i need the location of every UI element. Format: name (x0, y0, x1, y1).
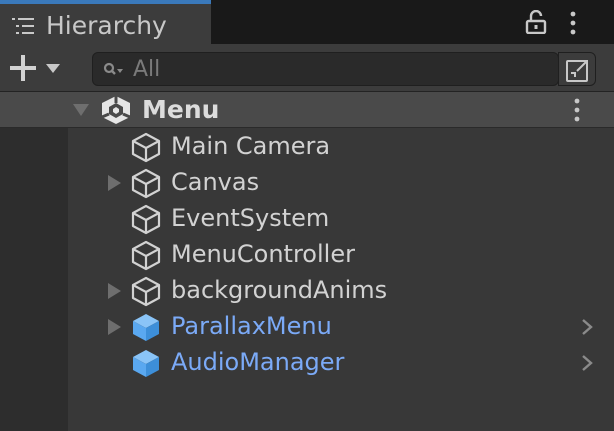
tree-item-audiomanager[interactable]: AudioManager (68, 344, 614, 380)
tree-item-backgroundanims[interactable]: backgroundAnims (68, 272, 614, 308)
gameobject-cube-icon (131, 276, 161, 307)
tree-item-label: AudioManager (171, 348, 345, 376)
hierarchy-toolbar (0, 44, 614, 92)
prefab-cube-icon (133, 314, 159, 341)
tab-hierarchy[interactable]: Hierarchy (0, 0, 211, 44)
tree-item-menucontroller[interactable]: MenuController (68, 236, 614, 272)
scene-row-menu[interactable]: Menu (0, 92, 614, 128)
hierarchy-tree: Menu Main Camera Canvas EventSystem Menu… (0, 92, 614, 431)
gameobject-cube-icon (131, 168, 161, 199)
tab-strip: Hierarchy (0, 0, 614, 44)
chevron-right-icon[interactable] (580, 317, 594, 337)
collapsed-arrow-icon[interactable] (106, 319, 122, 335)
lock-icon[interactable] (525, 10, 547, 34)
scene-options-icon[interactable] (568, 96, 586, 124)
gameobject-cube-icon (131, 240, 161, 271)
more-options-icon[interactable] (564, 10, 582, 36)
collapsed-arrow-icon[interactable] (106, 175, 122, 191)
tree-item-label: ParallaxMenu (171, 312, 332, 340)
expanded-arrow-icon[interactable] (72, 103, 90, 117)
hierarchy-list-icon (12, 18, 34, 34)
gameobject-cube-icon (131, 204, 161, 235)
chevron-right-icon[interactable] (580, 353, 594, 373)
popout-icon (566, 60, 588, 82)
unity-scene-icon (101, 96, 131, 124)
tree-item-eventsystem[interactable]: EventSystem (68, 200, 614, 236)
search-filter-icon (103, 62, 123, 75)
tree-item-main-camera[interactable]: Main Camera (68, 128, 614, 164)
tree-item-label: backgroundAnims (171, 276, 388, 304)
scene-name: Menu (142, 95, 220, 124)
gameobject-cube-icon (131, 132, 161, 163)
search-input[interactable] (133, 56, 543, 82)
plus-dropdown-icon (10, 55, 60, 81)
tree-gutter (0, 128, 68, 431)
prefab-cube-icon (133, 350, 159, 377)
collapsed-arrow-icon[interactable] (106, 283, 122, 299)
tree-item-label: MenuController (171, 240, 355, 268)
tree-item-label: Main Camera (171, 132, 331, 160)
hierarchy-window: Hierarchy All Menu Main Camera Canvas Ev… (0, 0, 614, 431)
tree-item-label: EventSystem (171, 204, 330, 232)
search-field[interactable] (92, 52, 559, 86)
tree-item-canvas[interactable]: Canvas (68, 164, 614, 200)
tab-title: Hierarchy (46, 11, 167, 40)
create-dropdown-button[interactable] (6, 52, 68, 84)
popout-button[interactable] (558, 52, 596, 86)
tree-item-parallaxmenu[interactable]: ParallaxMenu (68, 308, 614, 344)
tree-item-label: Canvas (171, 168, 260, 196)
